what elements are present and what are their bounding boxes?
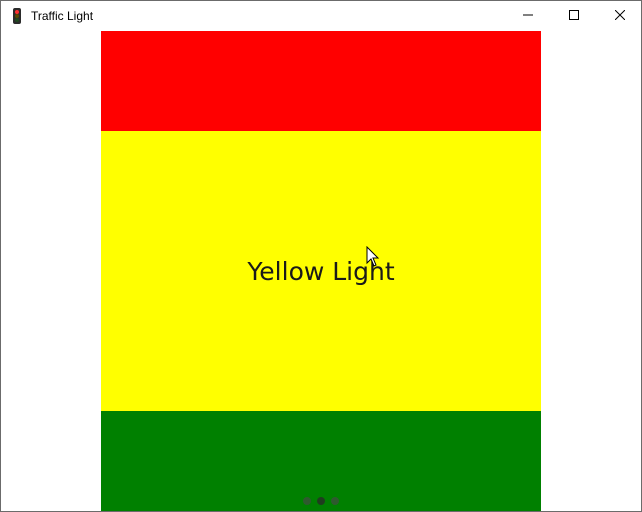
indicator-dot-3[interactable] [331, 497, 339, 505]
minimize-button[interactable] [505, 1, 551, 31]
yellow-light-panel[interactable]: Yellow Light [101, 131, 541, 411]
carousel-view[interactable]: Yellow Light [1, 31, 641, 511]
close-button[interactable] [597, 1, 641, 31]
app-window: Traffic Light Yellow Light [0, 0, 642, 512]
indicator-dot-1[interactable] [303, 497, 311, 505]
carousel-indicator[interactable] [303, 497, 339, 505]
window-title: Traffic Light [31, 9, 94, 23]
traffic-light-icon [11, 8, 23, 24]
close-icon [614, 7, 626, 25]
indicator-dot-2[interactable] [317, 497, 325, 505]
red-light-panel[interactable] [101, 31, 541, 131]
title-bar[interactable]: Traffic Light [1, 1, 641, 31]
maximize-icon [569, 7, 579, 25]
green-light-panel[interactable] [101, 411, 541, 511]
yellow-light-label: Yellow Light [247, 256, 395, 286]
minimize-icon [523, 7, 533, 25]
maximize-button[interactable] [551, 1, 597, 31]
